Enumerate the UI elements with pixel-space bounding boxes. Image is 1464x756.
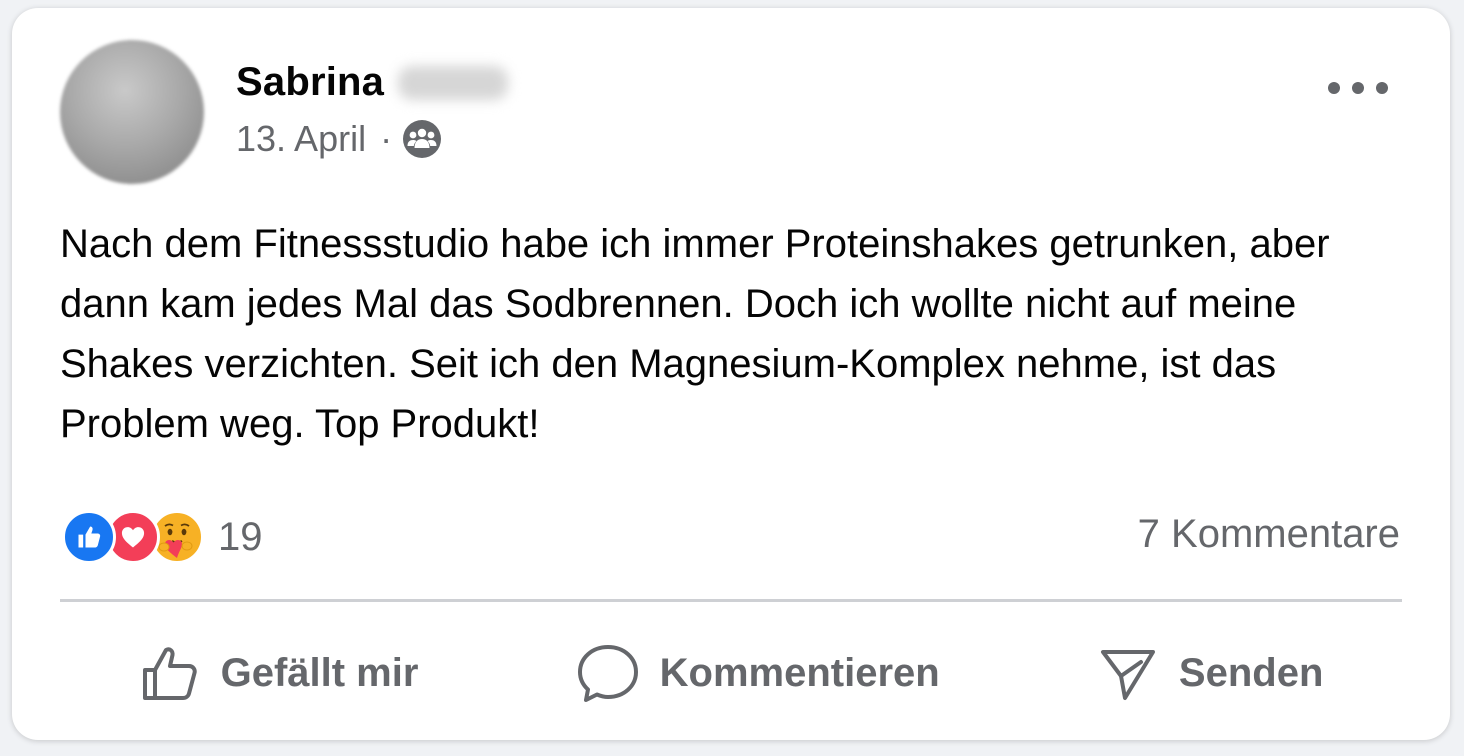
comment-bubble-icon [577, 645, 638, 702]
post-card: Sabrina 13. April · Nach dem Fitnessstud… [12, 8, 1450, 740]
comments-count-link[interactable]: 7 Kommentare [1138, 512, 1400, 557]
post-meta: 13. April · [236, 118, 442, 160]
comment-button-label: Kommentieren [659, 650, 940, 695]
meta-separator: · [380, 118, 393, 159]
like-button[interactable]: Gefällt mir [139, 642, 419, 704]
group-icon[interactable] [402, 119, 442, 159]
post-body: Nach dem Fitnessstudio habe ich immer Pr… [60, 222, 1330, 446]
divider [60, 599, 1402, 602]
send-icon [1100, 650, 1155, 700]
send-button[interactable]: Senden [1097, 642, 1323, 704]
author-name-row[interactable]: Sabrina [236, 60, 509, 105]
more-options-icon[interactable] [1328, 70, 1388, 106]
action-bar: Gefällt mir Kommentieren Senden [60, 618, 1402, 728]
reaction-count[interactable]: 19 [218, 515, 263, 560]
like-button-label: Gefällt mir [220, 650, 419, 695]
like-reaction-icon [62, 510, 116, 564]
post-date[interactable]: 13. April [236, 118, 366, 160]
more-dot [1352, 82, 1364, 94]
thumbs-up-icon [142, 647, 197, 700]
author-surname-blurred [398, 65, 509, 100]
author-avatar[interactable] [60, 40, 204, 184]
more-dot [1328, 82, 1340, 94]
comment-button[interactable]: Kommentieren [576, 642, 940, 704]
author-name[interactable]: Sabrina [236, 60, 384, 105]
more-dot [1376, 82, 1388, 94]
send-button-label: Senden [1178, 650, 1324, 695]
reactions-summary[interactable]: 19 [62, 508, 263, 566]
